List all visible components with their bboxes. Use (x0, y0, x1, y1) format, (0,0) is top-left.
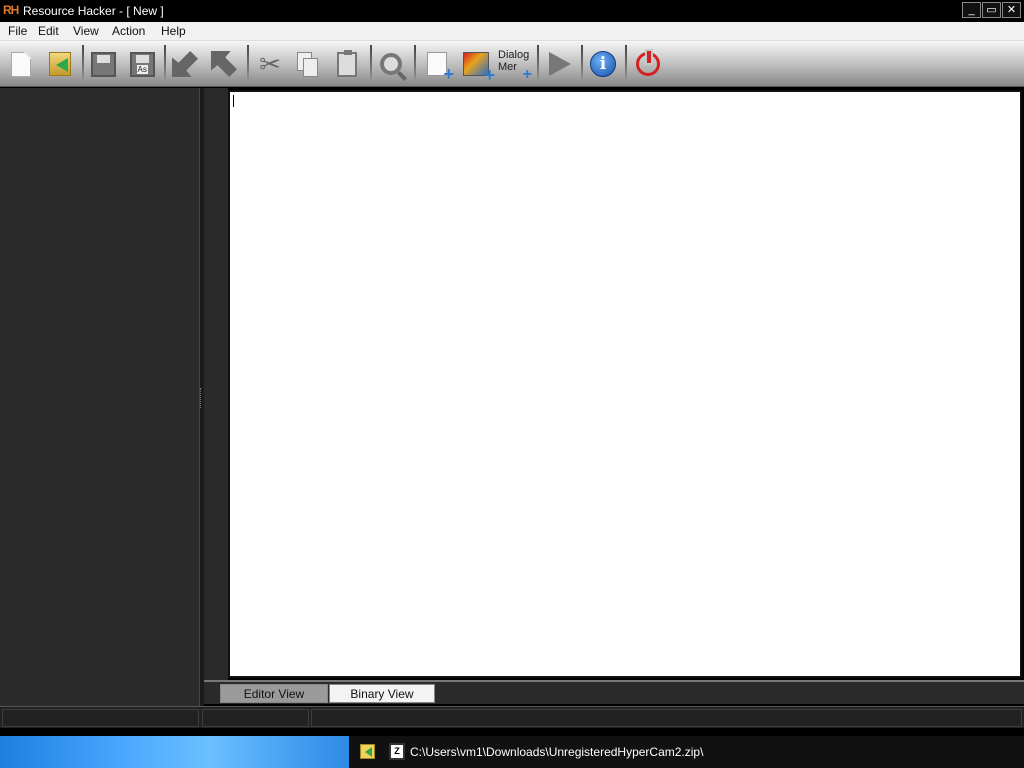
toolbar-separator (581, 45, 583, 83)
toolbar: As ✂ Dialog Mer + i (0, 41, 1024, 87)
find-button[interactable] (374, 47, 408, 81)
status-cell (311, 709, 1022, 727)
new-file-button[interactable] (4, 47, 38, 81)
dialog-label-line1: Dialog (498, 49, 530, 61)
import-button[interactable] (168, 47, 202, 81)
status-cell (202, 709, 309, 727)
open-file-button[interactable] (43, 47, 77, 81)
close-button[interactable]: ✕ (1002, 2, 1021, 18)
text-caret (233, 95, 234, 107)
info-icon: i (590, 51, 616, 77)
minimize-button[interactable]: _ (962, 2, 981, 18)
export-button[interactable] (207, 47, 241, 81)
compile-run-icon (549, 52, 571, 76)
toolbar-separator (537, 45, 539, 83)
resource-hacker-tray-icon[interactable] (360, 744, 375, 759)
zip-archive-icon: Z (389, 743, 405, 760)
script-editor[interactable] (228, 90, 1022, 678)
open-file-icon (49, 52, 71, 76)
power-icon (636, 49, 660, 76)
search-icon (380, 53, 402, 75)
splitter-grip-icon[interactable] (200, 388, 203, 408)
cut-button[interactable]: ✂ (253, 47, 287, 81)
taskbar: Z C:\Users\vm1\Downloads\UnregisteredHyp… (0, 736, 1024, 768)
toolbar-separator (625, 45, 627, 83)
toolbar-separator (370, 45, 372, 83)
paste-icon (337, 49, 357, 77)
maximize-button[interactable]: ▭ (982, 2, 1001, 18)
add-resource-icon (427, 52, 454, 83)
new-file-icon (11, 51, 31, 77)
dialog-merger-icon: Dialog Mer + (498, 49, 532, 83)
plus-icon: + (522, 66, 532, 83)
about-button[interactable]: i (586, 47, 620, 81)
menu-bar: File Edit View Action Help (0, 22, 1024, 41)
editor-gutter (204, 88, 228, 680)
cut-icon: ✂ (259, 49, 281, 79)
add-resource-button[interactable] (420, 47, 454, 83)
toolbar-separator (414, 45, 416, 83)
tab-binary-view[interactable]: Binary View (329, 684, 435, 703)
exit-button[interactable] (631, 47, 665, 81)
tab-editor-view[interactable]: Editor View (220, 684, 328, 703)
app-logo-icon: RH (3, 3, 19, 17)
add-image-button[interactable] (459, 47, 495, 84)
export-arrow-icon (211, 51, 237, 77)
menu-help[interactable]: Help (161, 24, 186, 38)
save-icon (90, 51, 116, 77)
copy-button[interactable] (291, 47, 325, 81)
menu-edit[interactable]: Edit (38, 24, 59, 38)
save-as-icon: As (129, 51, 155, 77)
save-as-badge: As (136, 64, 148, 74)
menu-action[interactable]: Action (112, 24, 145, 38)
window-title: Resource Hacker - [ New ] (23, 4, 164, 18)
view-tabs: Editor View Binary View (204, 680, 1024, 704)
resource-tree-panel[interactable] (0, 88, 200, 706)
desktop-background (0, 736, 349, 768)
toolbar-separator (247, 45, 249, 83)
toolbar-separator (82, 45, 84, 83)
add-image-icon (463, 52, 495, 84)
title-bar: RH Resource Hacker - [ New ] _ ▭ ✕ (0, 0, 1024, 22)
status-bar (0, 706, 1024, 728)
status-cell (2, 709, 199, 727)
dialog-merger-button[interactable]: Dialog Mer + (498, 47, 532, 83)
import-arrow-icon (172, 51, 198, 77)
save-as-button[interactable]: As (125, 47, 159, 81)
paste-button[interactable] (330, 47, 364, 81)
toolbar-separator (164, 45, 166, 83)
menu-file[interactable]: File (8, 24, 27, 38)
copy-icon (297, 51, 319, 77)
save-button[interactable] (86, 47, 120, 81)
taskbar-window-path[interactable]: C:\Users\vm1\Downloads\UnregisteredHyper… (410, 745, 703, 759)
menu-view[interactable]: View (73, 24, 99, 38)
compile-run-button[interactable] (543, 47, 577, 81)
